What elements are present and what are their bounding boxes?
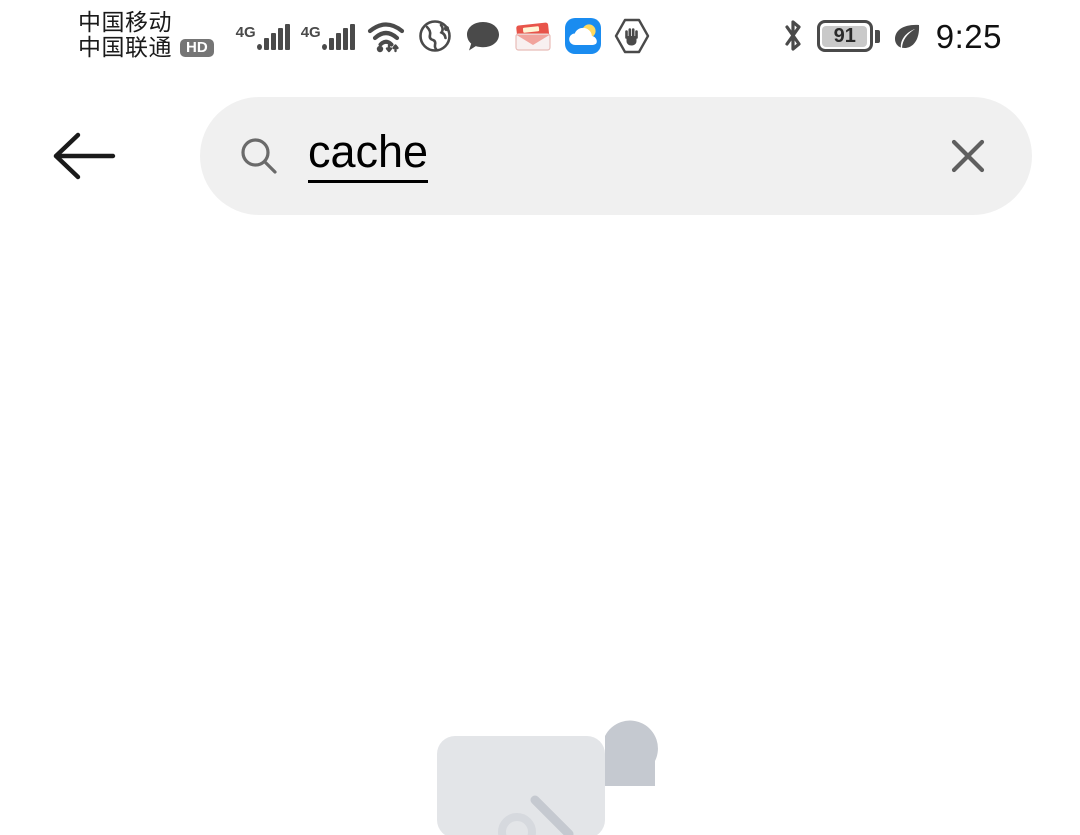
network-label-secondary: 4G: [300, 24, 321, 41]
battery-cap: [874, 29, 880, 43]
wifi-icon: [366, 18, 406, 54]
status-bar-right: 91 9:25: [780, 16, 1002, 56]
clear-search-button[interactable]: [936, 124, 1000, 188]
search-bar[interactable]: cache: [200, 97, 1032, 215]
weather-app-icon: [564, 17, 602, 55]
signal-bars-secondary: [321, 24, 355, 50]
carrier-labels: 中国移动 中国联通 HD: [78, 11, 214, 61]
carrier-secondary-label: 中国联通: [78, 35, 172, 61]
search-icon: [238, 135, 280, 177]
bluetooth-icon: [780, 16, 806, 56]
empty-state-area: [0, 718, 1080, 835]
battery-body: 91: [816, 20, 873, 52]
search-input-value: cache: [308, 129, 429, 183]
back-button[interactable]: [36, 97, 132, 215]
signal-bars-secondary-icon: 4G: [301, 16, 355, 56]
battery-fill: 91: [822, 25, 868, 47]
clock-label: 9:25: [935, 17, 1002, 55]
carrier-secondary-line: 中国联通 HD: [78, 36, 214, 61]
battery-icon: 91: [816, 20, 880, 52]
globe-vpn-icon: [417, 18, 453, 54]
carrier-primary-line: 中国移动: [78, 11, 214, 36]
signal-bars-primary: [256, 24, 290, 50]
search-input[interactable]: cache: [308, 97, 936, 215]
status-bar-left: 中国移动 中国联通 HD 4G 4G: [78, 11, 651, 61]
hd-badge: HD: [180, 39, 214, 58]
hand-block-icon: [613, 17, 651, 55]
signal-bars-icon: 4G: [236, 16, 290, 56]
network-label-primary: 4G: [235, 24, 256, 41]
battery-level-label: 91: [833, 25, 856, 47]
chat-bubble-icon: [464, 19, 502, 53]
status-bar: 中国移动 中国联通 HD 4G 4G 91 9:25: [0, 0, 1080, 72]
red-envelope-icon: [513, 18, 553, 54]
empty-results-illustration: [437, 718, 667, 835]
leaf-power-saving-icon: [891, 20, 923, 52]
status-bar-icons: 4G 4G: [236, 16, 651, 56]
carrier-primary-label: 中国移动: [78, 10, 172, 37]
search-header: cache: [0, 97, 1080, 215]
